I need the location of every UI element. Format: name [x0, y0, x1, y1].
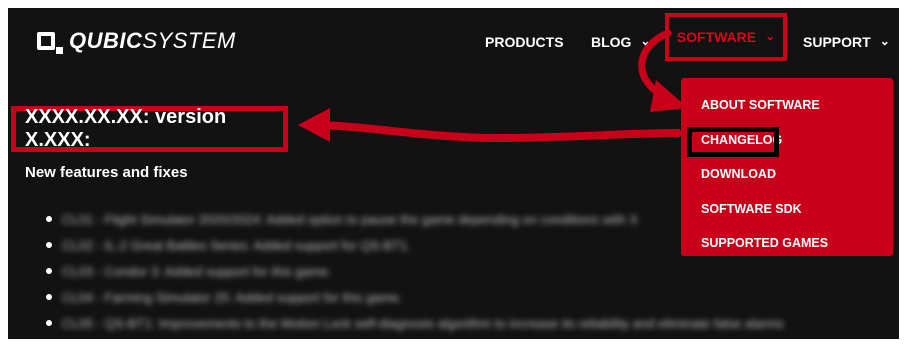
list-item: CL04 - Farming Simulator 25: Added suppo…: [46, 284, 784, 310]
bullet-icon: [46, 320, 52, 326]
nav-software-label: SOFTWARE: [676, 29, 757, 45]
section-title: New features and fixes: [25, 164, 188, 181]
nav-products[interactable]: PRODUCTS: [485, 32, 564, 52]
site-logo[interactable]: QUBICSYSTEM: [37, 28, 236, 54]
chevron-down-icon: ⌄: [765, 29, 776, 43]
list-item-text: CL04 - Farming Simulator 25: Added suppo…: [62, 289, 403, 305]
list-item: CL01 - Flight Simulator 2020/2024: Added…: [46, 206, 784, 232]
list-item: CL05 - QS-BT1: Improvements to the Motio…: [46, 310, 784, 336]
nav-products-label: PRODUCTS: [485, 34, 564, 50]
menu-item-changelog[interactable]: CHANGELOG: [681, 123, 893, 158]
bullet-icon: [46, 242, 52, 248]
list-item-text: CL02 - IL-2 Great Battles Series: Added …: [62, 237, 412, 253]
menu-item-download[interactable]: DOWNLOAD: [681, 157, 893, 192]
list-item: CL03 - Condor 3: Added support for this …: [46, 258, 784, 284]
version-heading: XXXX.XX.XX: version X.XXX:: [25, 106, 227, 151]
nav-blog[interactable]: BLOG ⌄: [591, 32, 651, 52]
list-item: CL02 - IL-2 Great Battles Series: Added …: [46, 232, 784, 258]
nav-blog-label: BLOG: [591, 34, 632, 50]
logo-text-rest: SYSTEM: [142, 28, 236, 53]
annotation-arrowhead-changelog: [298, 108, 330, 142]
bullet-icon: [46, 294, 52, 300]
chevron-down-icon: ⌄: [640, 34, 651, 48]
bullet-icon: [46, 216, 52, 222]
menu-item-about-software[interactable]: ABOUT SOFTWARE: [681, 88, 893, 123]
list-item-text: CL05 - QS-BT1: Improvements to the Motio…: [62, 315, 784, 331]
list-item-text: CL01 - Flight Simulator 2020/2024: Added…: [62, 211, 639, 227]
qubic-logo-icon: [37, 30, 63, 54]
chevron-down-icon: ⌄: [879, 34, 890, 48]
nav-support-label: SUPPORT: [803, 34, 871, 50]
nav-software[interactable]: SOFTWARE ⌄: [665, 13, 787, 61]
logo-text-bold: QUBIC: [69, 28, 143, 53]
bullet-icon: [46, 268, 52, 274]
version-heading-box: XXXX.XX.XX: version X.XXX:: [11, 106, 288, 152]
changelog-list: CL01 - Flight Simulator 2020/2024: Added…: [46, 206, 784, 336]
nav-support[interactable]: SUPPORT ⌄: [803, 32, 890, 52]
page-frame: QUBICSYSTEM PRODUCTS BLOG ⌄ SOFTWARE ⌄ S…: [8, 8, 899, 339]
annotation-arrow-changelog: [314, 121, 682, 143]
list-item-text: CL03 - Condor 3: Added support for this …: [62, 263, 332, 279]
logo-text: QUBICSYSTEM: [69, 28, 236, 54]
